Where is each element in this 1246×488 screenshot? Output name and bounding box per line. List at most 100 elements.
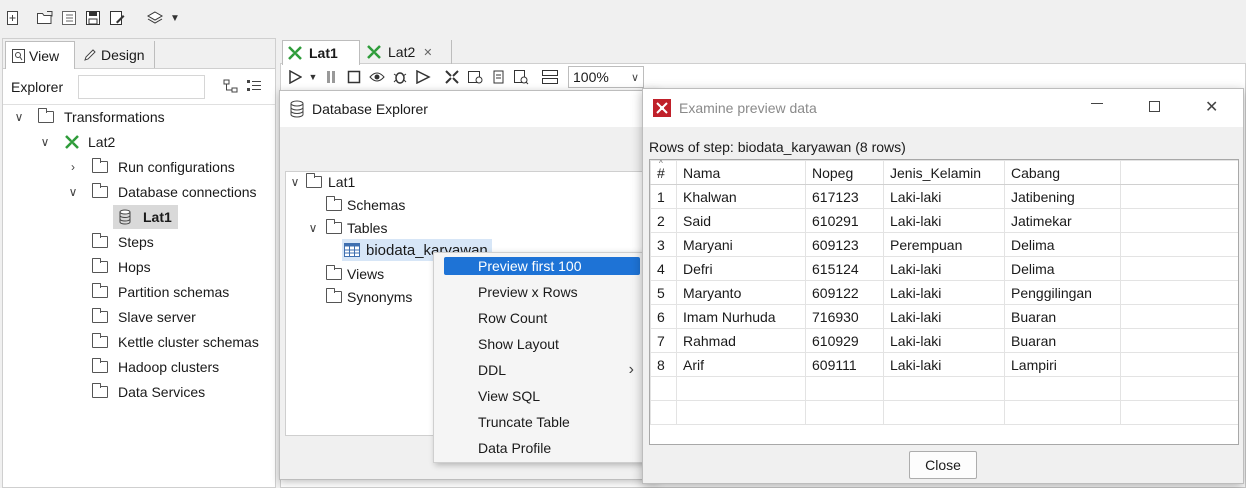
menu-item-ddl[interactable]: DDL › [434, 357, 650, 383]
preview-icon[interactable] [366, 66, 388, 88]
minimize-icon[interactable] [1091, 103, 1103, 104]
menu-item-show-layout[interactable]: Show Layout [434, 331, 650, 357]
tree-item-data-services[interactable]: Data Services [91, 380, 205, 404]
collapse-tree-icon[interactable] [223, 79, 239, 93]
menu-item-data-profile[interactable]: Data Profile [434, 435, 650, 461]
explore-db-icon[interactable] [510, 66, 532, 88]
tree-item-slave-server[interactable]: Slave server [91, 305, 196, 329]
table-cell: Rahmad [676, 328, 806, 353]
tree-item-transformations[interactable]: ∨ Transformations [12, 105, 165, 129]
tree-item-lat2[interactable]: ∨ Lat2 [38, 130, 116, 154]
app-icon [653, 99, 671, 117]
tree-item-database-connections[interactable]: ∨ Database connections [66, 180, 257, 204]
chevron-right-icon[interactable]: › [66, 160, 80, 174]
stop-icon[interactable] [343, 66, 365, 88]
sql-icon[interactable] [487, 66, 509, 88]
db-tree-views[interactable]: Views [325, 262, 384, 286]
column-header[interactable]: Nama [676, 160, 806, 185]
tree-item-run-configurations[interactable]: › Run configurations [66, 155, 235, 179]
maximize-icon[interactable] [1149, 101, 1160, 112]
preview-caption: Rows of step: biodata_karyawan (8 rows) [649, 139, 906, 155]
tree-item-kettle-cluster-schemas[interactable]: Kettle cluster schemas [91, 330, 259, 354]
column-header[interactable]: Nopeg [805, 160, 884, 185]
debug-icon[interactable] [389, 66, 411, 88]
zoom-select[interactable]: 100% ∨ [568, 66, 644, 88]
grid-icon[interactable] [539, 66, 561, 88]
chevron-down-icon[interactable]: ∨ [308, 221, 318, 235]
menu-item-preview-x-rows[interactable]: Preview x Rows [434, 279, 650, 305]
menu-item-row-count[interactable]: Row Count [434, 305, 650, 331]
open-icon[interactable] [34, 7, 56, 29]
save-as-icon[interactable] [106, 7, 128, 29]
table-cell: Delima [1004, 232, 1121, 257]
chevron-down-icon[interactable]: ∨ [38, 135, 52, 149]
layers-icon[interactable] [144, 7, 166, 29]
tab-lat2[interactable]: Lat2 ✕ [362, 40, 452, 64]
chevron-down-icon[interactable]: ∨ [12, 110, 26, 124]
chevron-down-icon[interactable]: ▼ [168, 7, 182, 29]
empty-cell [1120, 400, 1238, 425]
column-header[interactable]: # ^ [650, 160, 677, 185]
column-header-empty [1120, 160, 1238, 185]
table-row[interactable]: 1 Khalwan 617123 Laki-laki Jatibening [650, 184, 1238, 209]
db-tree-tables[interactable]: ∨ Tables [308, 216, 387, 240]
table-cell [883, 376, 1005, 401]
column-header[interactable]: Cabang [1004, 160, 1121, 185]
menu-item-label: Preview x Rows [478, 284, 578, 300]
tab-design[interactable]: Design [77, 41, 155, 68]
replay-icon[interactable] [412, 66, 434, 88]
chevron-down-icon[interactable]: ▼ [307, 66, 319, 88]
tree-item-hops[interactable]: Hops [91, 255, 151, 279]
explorer-search-row: Explorer [3, 69, 275, 105]
tab-view[interactable]: View [5, 41, 75, 69]
tab-view-label: View [29, 47, 60, 64]
menu-item-view-sql[interactable]: View SQL [434, 383, 650, 409]
db-tree-synonyms[interactable]: Synonyms [325, 285, 412, 309]
pause-icon[interactable] [320, 66, 342, 88]
table-row[interactable] [650, 376, 1238, 401]
tree-item-hadoop-clusters[interactable]: Hadoop clusters [91, 355, 219, 379]
tree-item-lat1-connection[interactable]: Lat1 [113, 205, 178, 229]
close-button[interactable]: Close [909, 451, 977, 479]
table-row[interactable]: 2 Said 610291 Laki-laki Jatimekar [650, 208, 1238, 233]
table-row[interactable] [650, 400, 1238, 425]
menu-item-preview-first-100[interactable]: Preview first 100 [444, 257, 640, 275]
run-icon[interactable] [284, 66, 306, 88]
new-file-icon[interactable] [2, 7, 24, 29]
chevron-down-icon[interactable]: ∨ [66, 185, 80, 199]
table-row[interactable]: 6 Imam Nurhuda 716930 Laki-laki Buaran [650, 304, 1238, 329]
verify-icon[interactable] [441, 66, 463, 88]
folder-icon [91, 258, 108, 273]
db-tree-schemas[interactable]: Schemas [325, 193, 405, 217]
tab-lat1[interactable]: Lat1 [282, 40, 360, 65]
save-icon[interactable] [82, 7, 104, 29]
table-cell: 610929 [805, 328, 884, 353]
db-tree-root[interactable]: ∨ Lat1 [290, 170, 355, 194]
view-icon [12, 48, 25, 63]
column-header-label: Jenis_Kelamin [890, 164, 982, 181]
table-row[interactable]: 3 Maryani 609123 Perempuan Delima [650, 232, 1238, 257]
empty-cell [1120, 184, 1238, 209]
expand-tree-icon[interactable] [246, 79, 262, 93]
explorer-icon[interactable] [58, 7, 80, 29]
tree-item-steps[interactable]: Steps [91, 230, 154, 254]
tab-lat1-label: Lat1 [309, 45, 338, 61]
close-window-icon[interactable]: ✕ [1205, 97, 1218, 117]
row-number-cell [650, 376, 677, 401]
column-header[interactable]: Jenis_Kelamin [883, 160, 1005, 185]
empty-cell [1120, 256, 1238, 281]
explorer-search-input[interactable] [78, 75, 205, 99]
table-row[interactable]: 4 Defri 615124 Laki-laki Delima [650, 256, 1238, 281]
table-header-row: # ^ Nama Nopeg Jenis_Kelamin Cabang [650, 160, 1238, 185]
folder-icon [91, 333, 108, 348]
chevron-down-icon[interactable]: ∨ [290, 175, 300, 189]
close-tab-icon[interactable]: ✕ [423, 46, 432, 59]
row-number-cell: 6 [650, 304, 677, 329]
table-row[interactable]: 7 Rahmad 610929 Laki-laki Buaran [650, 328, 1238, 353]
tree-item-partition-schemas[interactable]: Partition schemas [91, 280, 229, 304]
table-row[interactable]: 8 Arif 609111 Laki-laki Lampiri [650, 352, 1238, 377]
impact-icon[interactable] [464, 66, 486, 88]
menu-item-truncate-table[interactable]: Truncate Table [434, 409, 650, 435]
table-row[interactable]: 5 Maryanto 609122 Laki-laki Penggilingan [650, 280, 1238, 305]
table-cell: Laki-laki [883, 280, 1005, 305]
